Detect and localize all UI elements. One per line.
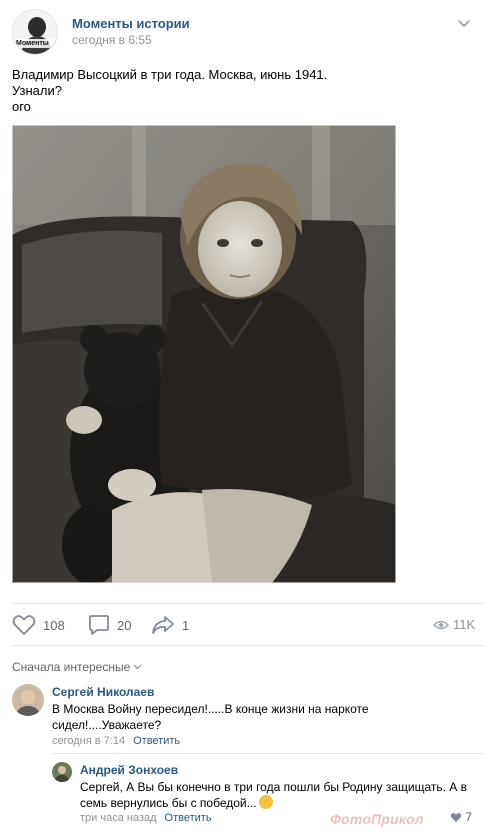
reply-button[interactable]: Ответить <box>165 812 212 824</box>
reply-button[interactable]: Ответить <box>133 735 180 747</box>
smirk-emoji-icon <box>258 795 273 809</box>
chevron-down-icon[interactable] <box>456 16 472 30</box>
heart-icon <box>451 812 462 822</box>
post-text: Владимир Высоцкий в три года. Москва, ию… <box>12 67 328 114</box>
chevron-down-icon <box>133 664 142 670</box>
avatar-label: Моменты <box>16 40 49 47</box>
eye-icon <box>433 620 449 629</box>
share-icon <box>152 616 174 634</box>
comment-author[interactable]: Сергей Николаев <box>52 685 154 699</box>
comment-button[interactable]: 20 <box>88 614 131 636</box>
views-counter: 11K <box>433 617 475 632</box>
heart-icon <box>12 615 36 635</box>
sort-label: Сначала интересные <box>12 660 131 674</box>
comment-like-button[interactable]: 7 <box>450 810 472 824</box>
comment-time[interactable]: сегодня в 7:14 <box>52 735 125 747</box>
share-button[interactable]: 1 <box>151 614 189 636</box>
group-name-link[interactable]: Моменты истории <box>72 16 190 31</box>
reply-avatar[interactable] <box>52 762 72 782</box>
post-time[interactable]: сегодня в 6:55 <box>72 33 152 47</box>
group-avatar[interactable]: Моменты <box>12 9 58 55</box>
comment-avatar[interactable] <box>12 684 44 716</box>
divider <box>12 603 484 604</box>
comment-time[interactable]: три часа назад <box>80 812 157 824</box>
views-count: 11K <box>453 617 476 632</box>
divider <box>12 645 484 646</box>
comment-meta: три часа назад Ответить <box>80 812 212 824</box>
like-count: 108 <box>43 617 65 633</box>
comment-text: В Москва Войну пересидел!.....В конце жи… <box>52 702 369 732</box>
comment-like-count: 7 <box>465 810 472 824</box>
comment-author[interactable]: Андрей Зонхоев <box>80 763 178 777</box>
comments-sort-dropdown[interactable]: Сначала интересные <box>12 660 142 674</box>
share-count: 1 <box>182 617 190 633</box>
comment-text: Сергей, А Вы бы конечно в три года пошли… <box>80 780 467 810</box>
watermark-logo: ФотоПрикол <box>330 811 424 827</box>
comment-icon <box>89 615 109 635</box>
like-button[interactable]: 108 <box>12 614 65 636</box>
post-photo[interactable] <box>11 124 397 585</box>
comment-count: 20 <box>117 617 132 633</box>
comment-meta: сегодня в 7:14 Ответить <box>52 735 180 747</box>
divider <box>52 753 484 754</box>
